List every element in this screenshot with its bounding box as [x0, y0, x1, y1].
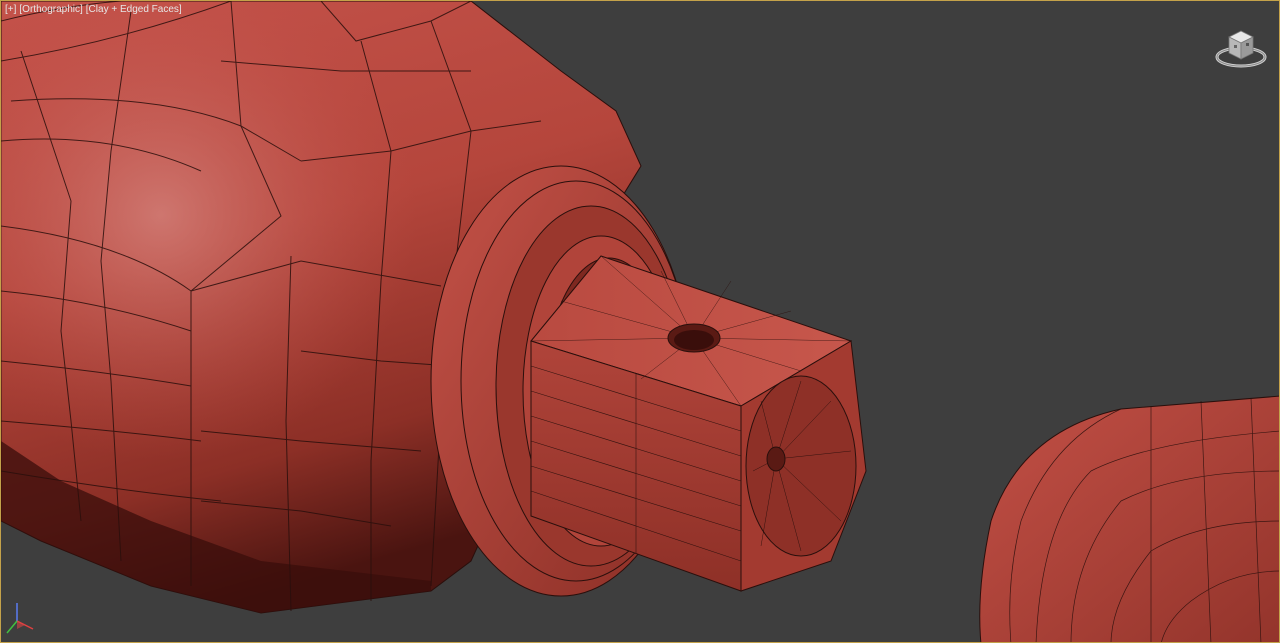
viewcube-icon[interactable] — [1213, 23, 1269, 71]
viewport-menu-button[interactable]: [+] — [5, 4, 16, 15]
viewport[interactable]: [+] [Orthographic] [Clay + Edged Faces] — [0, 0, 1280, 643]
axis-tripod-icon — [6, 603, 34, 634]
scene-render — [1, 1, 1279, 642]
viewport-label-bar: [+] [Orthographic] [Clay + Edged Faces] — [5, 4, 182, 15]
socket-cylinder-mesh — [979, 395, 1279, 642]
view-mode-label[interactable]: [Orthographic] — [19, 4, 82, 15]
shading-mode-label[interactable]: [Clay + Edged Faces] — [86, 4, 182, 15]
